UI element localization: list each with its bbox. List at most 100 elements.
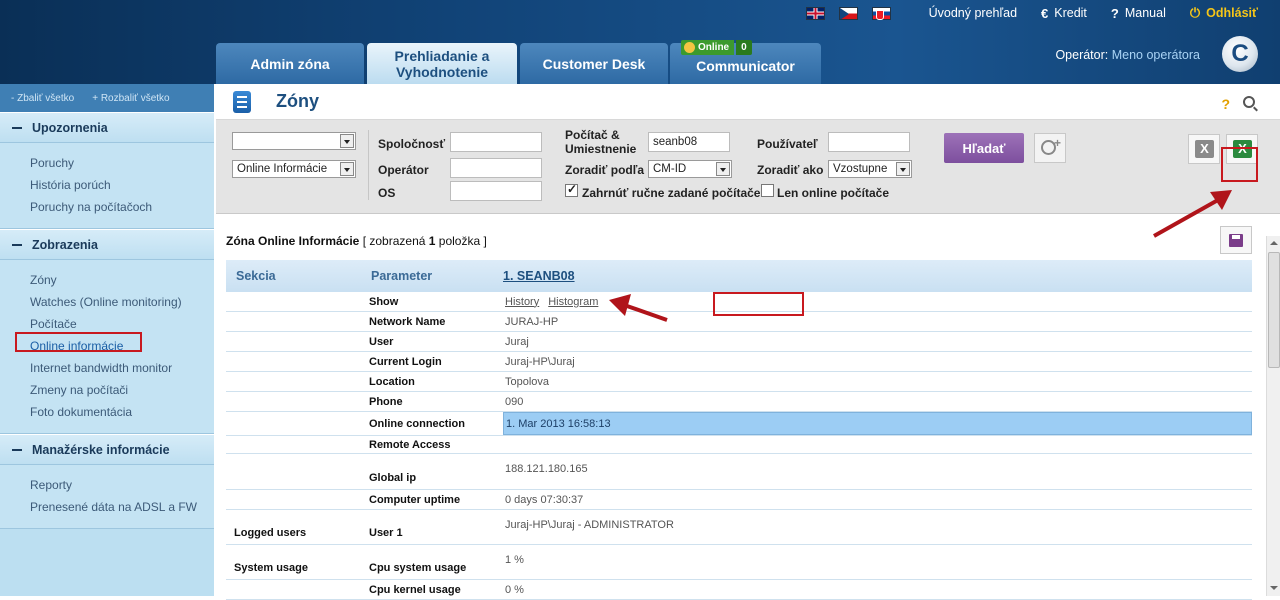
computer-label: Počítač & Umiestnenie	[565, 128, 637, 156]
manual-link-label: Manual	[1124, 6, 1166, 20]
sort-as-select[interactable]: Vzostupne	[828, 160, 912, 178]
cell-parameter: Online connection	[369, 417, 465, 430]
user-label: Používateľ	[757, 137, 818, 151]
os-input[interactable]	[450, 181, 542, 201]
cell-value: Juraj	[503, 332, 1252, 351]
include-manual-checkbox[interactable]	[565, 182, 578, 197]
expand-all-link[interactable]: + Rozbaliť všetko	[92, 93, 169, 104]
tab-label: Prehliadanie a Vyhodnotenie	[394, 47, 490, 80]
operator-prefix: Operátor:	[1055, 48, 1109, 62]
tab-label: Admin zóna	[250, 55, 330, 72]
table-body: Show History Histogram Network Name JURAJ-HP…	[226, 292, 1252, 600]
user-input[interactable]	[828, 132, 910, 152]
flag-cz-icon[interactable]	[838, 6, 858, 20]
table-row: Phone 090	[226, 392, 1252, 412]
sidebar-item-reports[interactable]: Reporty	[30, 474, 214, 496]
page-header: Zóny ?	[216, 84, 1280, 120]
cell-value-text: JURAJ-HP	[505, 315, 559, 328]
cell-value-text: 1 %	[505, 553, 524, 566]
sidebar-section-management-items: Reporty Prenesené dáta na ADSL a FW	[0, 465, 214, 529]
cell-parameter: Phone	[369, 395, 403, 408]
tab-admin-zone[interactable]: Admin zóna	[216, 43, 364, 84]
sidebar-item-faults[interactable]: Poruchy	[30, 152, 214, 174]
manual-link[interactable]: ? Manual	[1111, 6, 1166, 21]
zone-select[interactable]	[232, 132, 356, 150]
cell-parameter: Location	[369, 375, 415, 388]
operator-name[interactable]: Meno operátora	[1112, 48, 1200, 62]
overview-link-label: Úvodný prehľad	[928, 6, 1018, 20]
cell-value: 0 days 07:30:37	[503, 490, 1252, 509]
sidebar-item-computer-changes[interactable]: Zmeny na počítači	[30, 379, 214, 401]
export-excel-disabled-icon[interactable]: X	[1188, 134, 1220, 164]
table-row: Cpu kernel usage 0 %	[226, 580, 1252, 600]
annotation-arrow-export	[1153, 190, 1232, 238]
logout-link[interactable]: ⏻ Odhlásiť	[1190, 5, 1258, 21]
company-input[interactable]	[450, 132, 542, 152]
advanced-search-icon[interactable]	[1034, 133, 1066, 163]
sidebar-item-computer-faults[interactable]: Poruchy na počítačoch	[30, 196, 214, 218]
scroll-down-icon[interactable]	[1268, 582, 1280, 596]
sidebar-section-management[interactable]: Manažérske informácie	[0, 434, 214, 465]
flag-uk-icon[interactable]	[805, 6, 825, 20]
annotation-arrow-show	[609, 294, 668, 322]
computer-input[interactable]: seanb08	[648, 132, 730, 152]
collapse-all-link[interactable]: - Zbaliť všetko	[11, 93, 74, 104]
overview-link[interactable]: Úvodný prehľad	[929, 6, 1017, 20]
tab-browse-evaluate[interactable]: Prehliadanie a Vyhodnotenie	[367, 43, 517, 84]
tab-customer-desk[interactable]: Customer Desk	[520, 43, 668, 84]
histogram-link[interactable]: Histogram	[548, 296, 598, 308]
zones-icon	[233, 90, 251, 113]
page-title: Zóny	[276, 91, 319, 111]
section-title: Upozornenia	[32, 120, 108, 135]
table-row: Logged users User 1 Juraj-HP\Juraj - ADMIN…	[226, 510, 1252, 545]
online-label: Online	[681, 40, 735, 55]
cell-value: 0 %	[503, 580, 1252, 599]
scroll-up-icon[interactable]	[1268, 236, 1280, 250]
collapse-icon	[12, 243, 22, 246]
history-link[interactable]: History	[505, 296, 539, 308]
vertical-scrollbar[interactable]	[1266, 236, 1280, 596]
sidebar-item-watches[interactable]: Watches (Online monitoring)	[30, 291, 214, 313]
filter-panel: Online Informácie Spoločnosť Operátor OS…	[216, 120, 1280, 214]
cell-value-text: 0 days 07:30:37	[505, 493, 584, 506]
cell-parameter: Current Login	[369, 355, 442, 368]
cell-value: Topolova	[503, 372, 1252, 391]
sidebar-item-transferred-data[interactable]: Prenesené dáta na ADSL a FW	[30, 496, 214, 518]
sidebar-item-zones[interactable]: Zóny	[30, 269, 214, 291]
header-parameter: Parameter	[371, 269, 433, 283]
sidebar-toolbar: - Zbaliť všetko + Rozbaliť všetko	[0, 84, 214, 112]
online-only-checkbox[interactable]	[761, 184, 774, 197]
collapse-icon	[12, 126, 22, 129]
sidebar-section-alerts-items: Poruchy História porúch Poruchy na počít…	[0, 143, 214, 229]
divider	[368, 130, 369, 200]
help-icon[interactable]: ?	[1221, 96, 1230, 112]
sidebar-section-views[interactable]: Zobrazenia	[0, 229, 214, 260]
credit-link[interactable]: € Kredit	[1041, 6, 1087, 21]
chevron-down-icon	[896, 162, 910, 176]
scroll-thumb[interactable]	[1268, 252, 1280, 368]
include-manual-label: Zahrnúť ručne zadané počítače	[582, 186, 761, 200]
cell-section: Logged users	[234, 527, 307, 539]
sidebar-item-bandwidth-monitor[interactable]: Internet bandwidth monitor	[30, 357, 214, 379]
computer-link[interactable]: 1. SEANB08	[503, 269, 575, 283]
online-status-badge[interactable]: Online 0	[681, 40, 752, 55]
sort-by-label: Zoradiť podľa	[565, 163, 645, 177]
sidebar-section-alerts[interactable]: Upozornenia	[0, 112, 214, 143]
operator-input[interactable]	[450, 158, 542, 178]
cell-value: 1. Mar 2013 16:58:13	[503, 412, 1252, 435]
section-title: Zobrazenia	[32, 237, 98, 252]
cell-value: 090	[503, 392, 1252, 411]
search-button[interactable]: Hľadať	[944, 133, 1024, 163]
operator-label: Operátor	[378, 163, 429, 177]
zoom-icon[interactable]	[1243, 96, 1255, 108]
euro-icon: €	[1041, 5, 1049, 21]
flag-sk-icon[interactable]	[871, 6, 891, 20]
sidebar-item-photo-docs[interactable]: Foto dokumentácia	[30, 401, 214, 423]
sort-by-select[interactable]: CM-ID	[648, 160, 732, 178]
sidebar-item-fault-history[interactable]: História porúch	[30, 174, 214, 196]
cell-parameter: Remote Access	[369, 438, 451, 451]
cell-value-text: 188.121.180.165	[505, 463, 588, 475]
cell-value-text: 090	[505, 395, 524, 408]
view-select[interactable]: Online Informácie	[232, 160, 356, 178]
cell-parameter: Network Name	[369, 315, 446, 328]
